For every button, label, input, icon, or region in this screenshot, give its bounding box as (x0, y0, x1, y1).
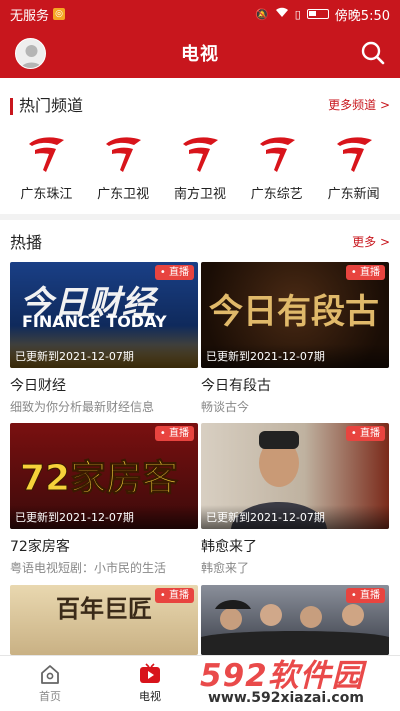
section-divider (0, 214, 400, 220)
program-title: 今日财经 (10, 378, 66, 394)
channel-logo-icon (259, 137, 295, 172)
live-badge: 直播 (154, 588, 194, 603)
live-badge: 直播 (154, 265, 194, 280)
thumb-title-art: 72家房客 (19, 458, 179, 500)
watermark-logo-text: 592软件园 (200, 658, 364, 694)
more-channels-link[interactable]: 更多频道 > (328, 96, 390, 113)
live-badge: 直播 (154, 426, 194, 441)
channel-logo-icon (29, 137, 65, 172)
program-desc: 畅谈古今 (201, 400, 250, 414)
app-bar: 电视 (0, 28, 400, 78)
notification-icon: ◎ (53, 8, 66, 20)
channel-name: 广东珠江 (20, 187, 73, 202)
updated-label: 已更新到2021-12-07期 (15, 350, 134, 363)
program-desc: 韩愈来了 (201, 561, 250, 575)
channel-name: 南方卫视 (173, 187, 226, 202)
tab-tv-label: 电视 (139, 690, 161, 703)
channel-item[interactable]: 广东卫视 (87, 130, 159, 212)
carrier-text: 无服务 (10, 8, 50, 24)
hot-section-title: 热播 (10, 233, 43, 252)
hot-section-header: 热播 更多 > (0, 226, 400, 256)
section-marker (10, 98, 13, 115)
thumb-title-art: 今日有段古 (209, 292, 379, 332)
avatar[interactable] (15, 38, 46, 69)
channel-logo-icon (106, 137, 142, 172)
thumb-subtitle-art: FINANCE TODAY (22, 312, 167, 331)
updated-label: 已更新到2021-12-07期 (206, 511, 325, 524)
program-thumbnail: 72家房客 直播 已更新到2021-12-07期 (10, 423, 198, 529)
tv-icon (140, 663, 160, 683)
program-card[interactable]: 百年巨匠 直播 (10, 585, 198, 655)
program-thumbnail: 直播 已更新到2021-12-07期 (201, 423, 389, 529)
channel-item[interactable]: 南方卫视 (164, 130, 236, 212)
mute-icon: 🔕 (255, 7, 269, 21)
clock-text: 傍晚5:50 (334, 8, 390, 24)
program-card[interactable]: 直播 (201, 585, 389, 655)
channel-item[interactable]: 广东珠江 (10, 130, 82, 212)
channels-row: 广东珠江 广东卫视 南方卫视 广东综艺 广东新闻 (0, 130, 400, 212)
tab-home-label: 首页 (39, 690, 61, 703)
battery-icon (306, 9, 329, 19)
thumb-title-art: 百年巨匠 (56, 594, 152, 623)
tab-home[interactable]: 首页 (0, 656, 100, 711)
sim-alert-icon: ▯ (294, 7, 301, 21)
program-title: 今日有段古 (201, 378, 271, 394)
channel-logo-icon (182, 137, 218, 172)
search-button[interactable] (360, 40, 386, 66)
live-badge: 直播 (345, 426, 385, 441)
updated-label: 已更新到2021-12-07期 (206, 350, 325, 363)
status-bar: 无服务 ◎ 🔕 ▯ 傍晚5:50 (0, 0, 400, 28)
program-title: 72家房客 (10, 539, 70, 555)
channels-section-header: 热门频道 更多频道 > (0, 89, 400, 119)
program-thumbnail: 今日财经 FINANCE TODAY 直播 已更新到2021-12-07期 (10, 262, 198, 368)
watermark: 592软件园 www.592xiazai.com (196, 650, 400, 711)
program-card[interactable]: 直播 已更新到2021-12-07期 韩愈来了 韩愈来了 (201, 423, 389, 576)
channel-item[interactable]: 广东新闻 (318, 130, 390, 212)
wifi-icon (275, 7, 289, 21)
live-badge: 直播 (345, 588, 385, 603)
program-card[interactable]: 今日有段古 直播 已更新到2021-12-07期 今日有段古 畅谈古今 (201, 262, 389, 415)
live-badge: 直播 (345, 265, 385, 280)
program-card[interactable]: 72家房客 直播 已更新到2021-12-07期 72家房客 粤语电视短剧：小市… (10, 423, 198, 576)
channel-item[interactable]: 广东综艺 (241, 130, 313, 212)
updated-label: 已更新到2021-12-07期 (15, 511, 134, 524)
program-desc: 细致为你分析最新财经信息 (10, 400, 155, 414)
program-thumbnail: 百年巨匠 直播 (10, 585, 198, 655)
page-title: 电视 (181, 44, 219, 65)
tab-tv[interactable]: 电视 (100, 656, 200, 711)
channel-logo-icon (336, 137, 372, 172)
channel-name: 广东新闻 (327, 187, 380, 202)
watermark-url: www.592xiazai.com (208, 690, 364, 706)
program-title: 韩愈来了 (201, 539, 257, 555)
search-icon (361, 41, 385, 65)
program-desc: 粤语电视短剧：小市民的生活 (10, 561, 167, 575)
user-avatar-icon (20, 45, 43, 68)
program-card[interactable]: 今日财经 FINANCE TODAY 直播 已更新到2021-12-07期 今日… (10, 262, 198, 415)
program-thumbnail: 直播 (201, 585, 389, 655)
channel-name: 广东综艺 (250, 187, 303, 202)
home-icon (41, 665, 59, 684)
channel-name: 广东卫视 (97, 187, 150, 202)
more-hot-link[interactable]: 更多 > (352, 233, 390, 250)
program-thumbnail: 今日有段古 直播 已更新到2021-12-07期 (201, 262, 389, 368)
channels-section-title: 热门频道 (19, 96, 84, 115)
